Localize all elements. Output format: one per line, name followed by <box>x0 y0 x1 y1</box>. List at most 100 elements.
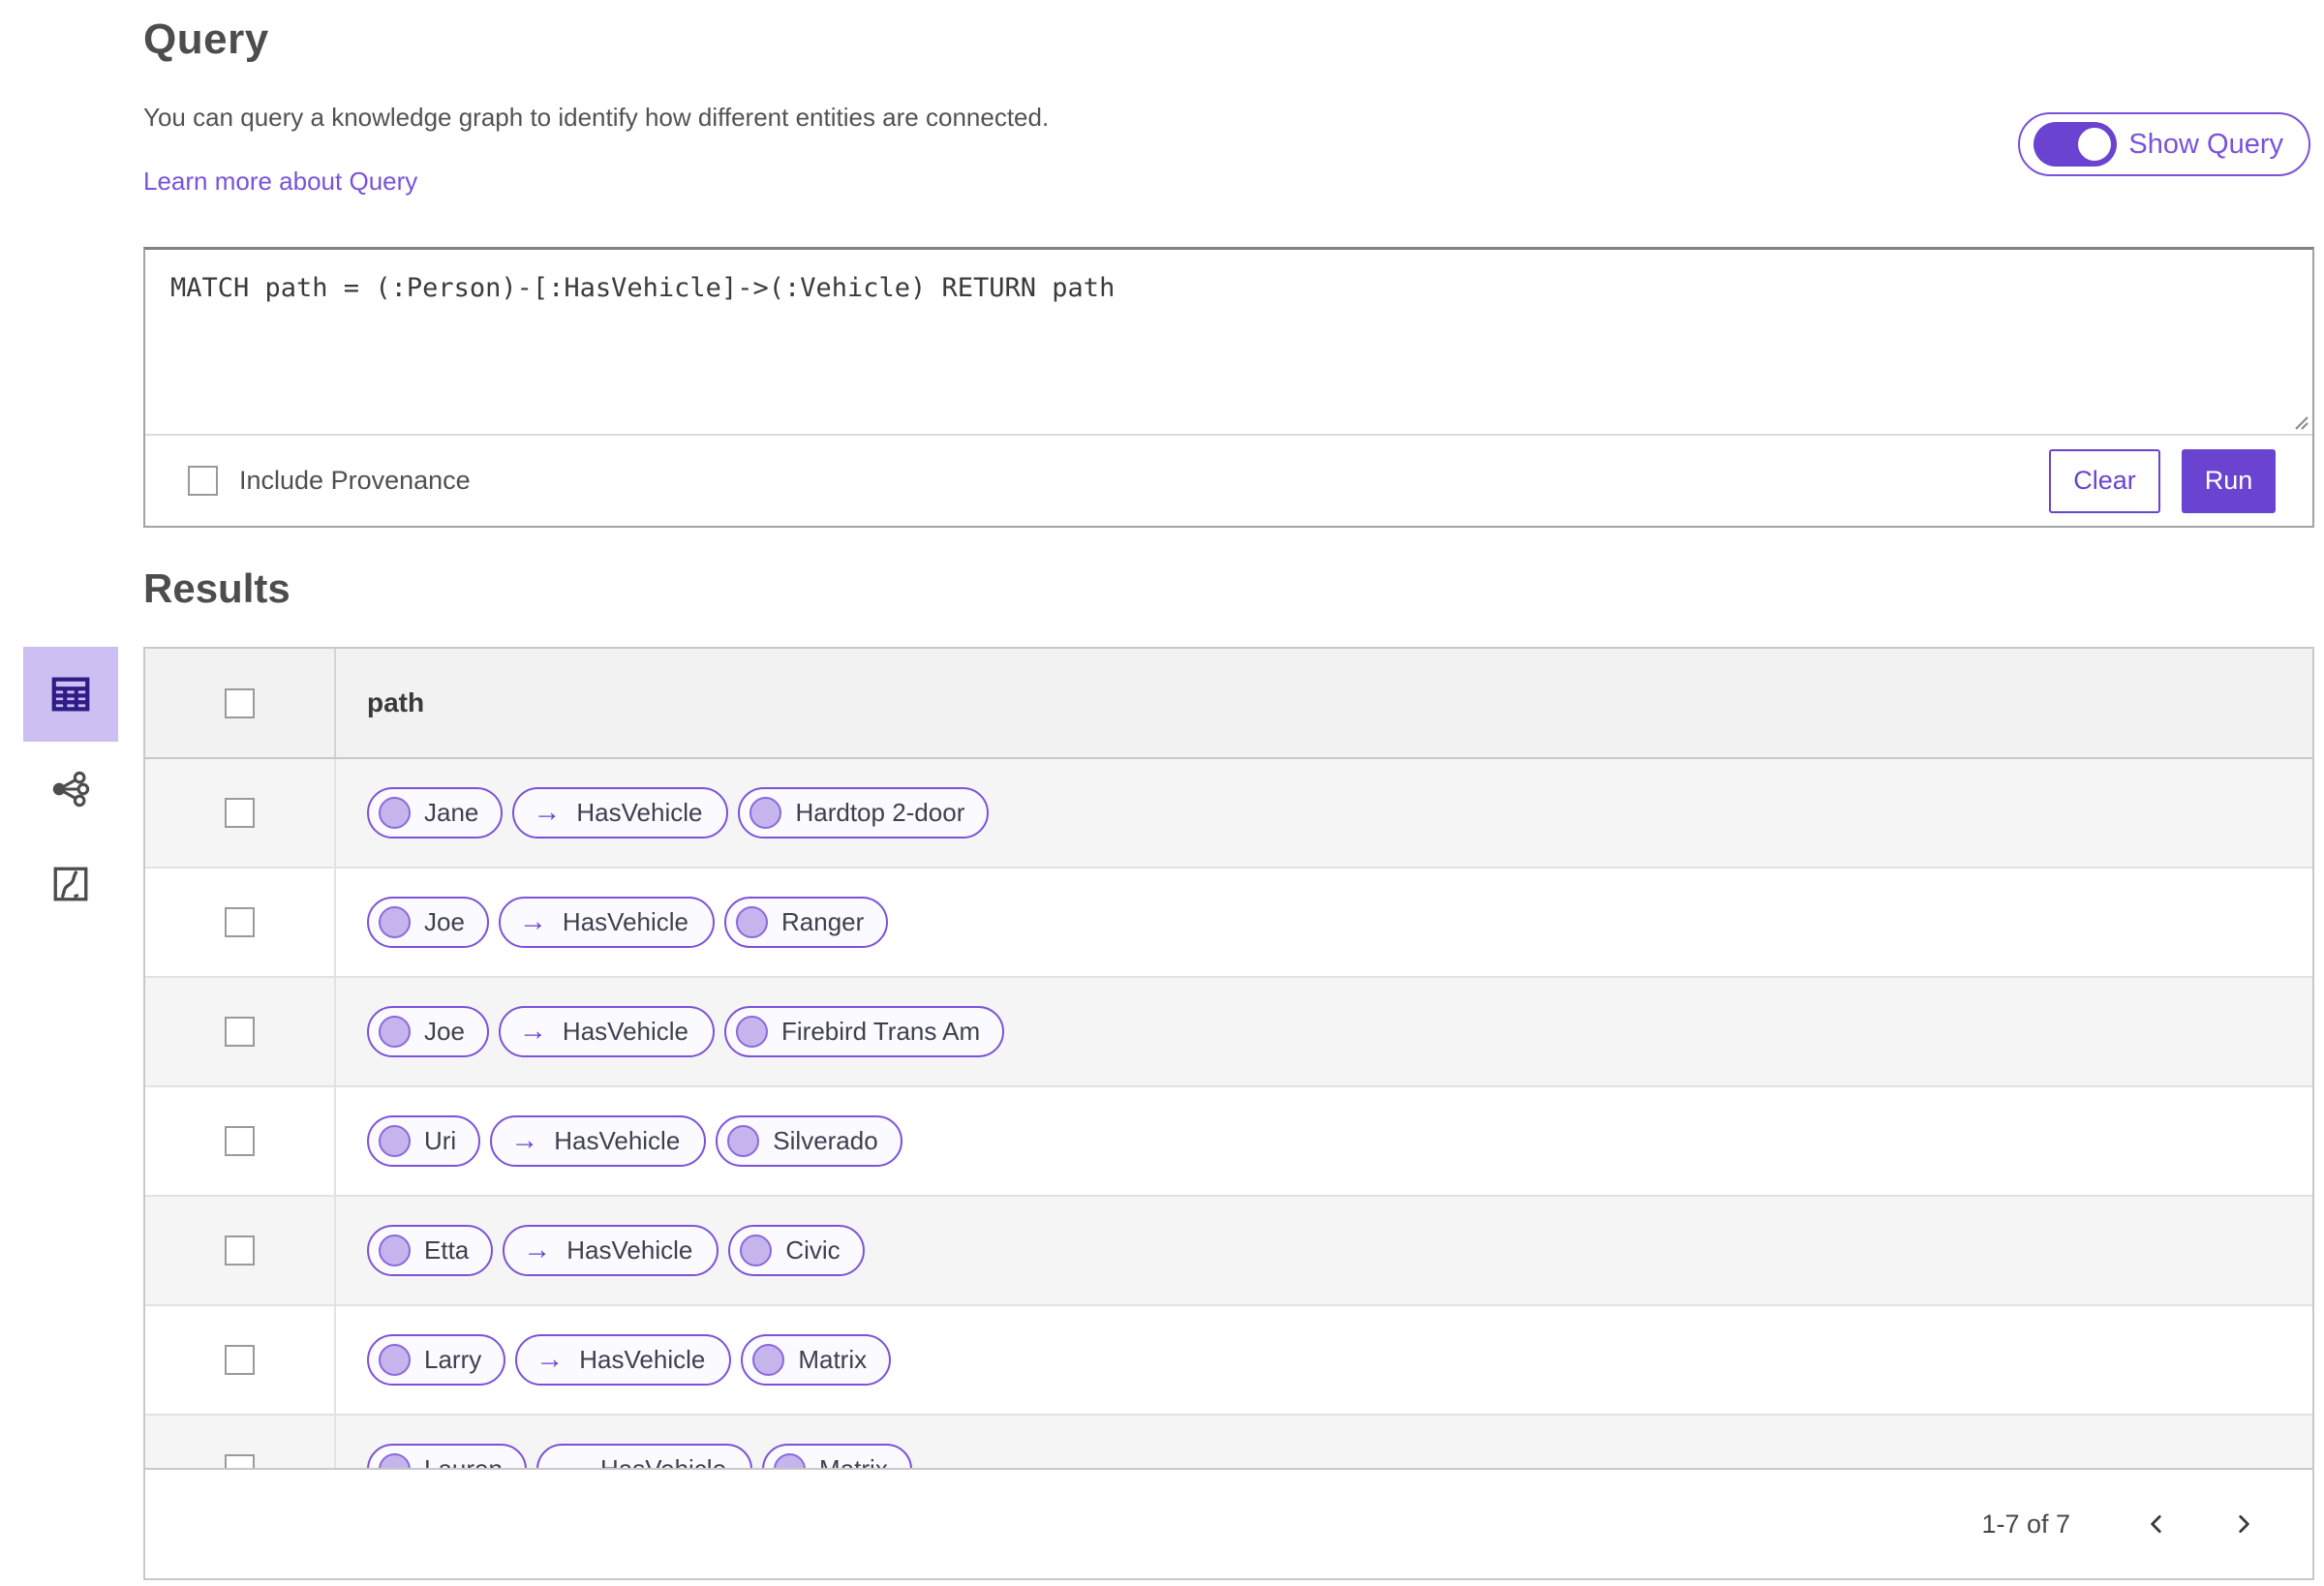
row-checkbox[interactable] <box>225 1454 255 1468</box>
target-entity-pill[interactable]: Civic <box>728 1225 865 1276</box>
relationship-arrow-icon: → <box>518 906 547 937</box>
next-page-button[interactable] <box>2221 1502 2266 1546</box>
entity-node-icon <box>774 1453 807 1468</box>
relationship-arrow-icon: → <box>557 1455 585 1469</box>
target-entity-pill[interactable]: Hardtop 2-door <box>738 787 990 839</box>
entity-node-icon <box>740 1235 773 1266</box>
source-entity-label: Larry <box>424 1345 482 1374</box>
relationship-pill[interactable]: → HasVehicle <box>503 1225 719 1276</box>
source-entity-label: Jane <box>424 798 479 827</box>
table-row: Joe → HasVehicle Ranger <box>145 869 2312 978</box>
path-cell: Jane → HasVehicle Hardtop 2-door <box>336 759 2312 867</box>
results-table: path Jane → HasVehicle Hardtop 2-door Jo… <box>143 647 2314 1580</box>
row-checkbox-cell <box>145 1087 336 1195</box>
source-entity-label: Lauren <box>424 1454 503 1468</box>
query-panel: MATCH path = (:Person)-[:HasVehicle]->(:… <box>143 247 2314 528</box>
target-entity-label: Ranger <box>781 907 865 936</box>
graph-view-button[interactable] <box>23 742 118 837</box>
table-row: Uri → HasVehicle Silverado <box>145 1087 2312 1197</box>
relationship-label: HasVehicle <box>576 798 703 827</box>
relationship-label: HasVehicle <box>554 1126 681 1155</box>
row-checkbox[interactable] <box>225 907 255 937</box>
show-query-toggle[interactable] <box>2034 122 2118 167</box>
source-entity-pill[interactable]: Joe <box>367 897 489 948</box>
include-provenance-checkbox[interactable] <box>188 466 218 496</box>
map-view-button[interactable] <box>23 837 118 931</box>
target-entity-pill[interactable]: Ranger <box>724 897 889 948</box>
network-graph-icon <box>52 771 90 808</box>
row-checkbox[interactable] <box>225 1235 255 1266</box>
relationship-pill[interactable]: → HasVehicle <box>515 1334 732 1386</box>
row-checkbox[interactable] <box>225 1345 255 1375</box>
learn-more-link[interactable]: Learn more about Query <box>143 167 417 197</box>
relationship-arrow-icon: → <box>535 1344 565 1375</box>
clear-button[interactable]: Clear <box>2049 448 2160 513</box>
table-row: Joe → HasVehicle Firebird Trans Am <box>145 978 2312 1087</box>
table-grid-icon <box>51 677 90 712</box>
target-entity-pill[interactable]: Matrix <box>762 1444 912 1468</box>
entity-node-icon <box>752 1344 785 1376</box>
table-view-button[interactable] <box>23 647 118 742</box>
path-cell: Etta → HasVehicle Civic <box>336 1197 2312 1304</box>
row-checkbox-cell <box>145 1197 336 1304</box>
table-row: Lauren → HasVehicle Matrix <box>145 1416 2312 1468</box>
source-entity-pill[interactable]: Lauren <box>367 1444 527 1468</box>
target-entity-label: Civic <box>785 1235 841 1265</box>
target-entity-pill[interactable]: Firebird Trans Am <box>724 1006 1005 1057</box>
relationship-pill[interactable]: → HasVehicle <box>512 787 729 839</box>
table-header-row: path <box>145 649 2312 759</box>
target-entity-pill[interactable]: Silverado <box>716 1115 902 1167</box>
relationship-label: HasVehicle <box>566 1235 693 1265</box>
pagination-range-label: 1-7 of 7 <box>1981 1509 2070 1539</box>
row-checkbox[interactable] <box>225 1017 255 1047</box>
source-entity-label: Uri <box>424 1126 457 1155</box>
relationship-pill[interactable]: → HasVehicle <box>490 1115 707 1167</box>
source-entity-pill[interactable]: Uri <box>367 1115 481 1167</box>
entity-node-icon <box>736 906 768 938</box>
pagination-bar: 1-7 of 7 <box>145 1468 2312 1578</box>
include-provenance-label: Include Provenance <box>239 466 471 495</box>
map-route-icon <box>53 867 88 901</box>
relationship-arrow-icon: → <box>523 1235 552 1266</box>
relationship-pill[interactable]: → HasVehicle <box>498 1006 715 1057</box>
page-title: Query <box>143 15 269 63</box>
target-entity-label: Hardtop 2-door <box>795 798 965 827</box>
select-all-checkbox[interactable] <box>225 687 255 718</box>
row-checkbox-cell <box>145 869 336 976</box>
target-entity-label: Silverado <box>773 1126 878 1155</box>
path-cell: Joe → HasVehicle Firebird Trans Am <box>336 978 2312 1085</box>
relationship-arrow-icon: → <box>510 1125 539 1156</box>
target-entity-pill[interactable]: Matrix <box>741 1334 892 1386</box>
entity-node-icon <box>379 1344 411 1376</box>
results-title: Results <box>143 565 290 611</box>
table-body: Jane → HasVehicle Hardtop 2-door Joe → H… <box>145 759 2312 1468</box>
row-checkbox[interactable] <box>225 1126 255 1156</box>
resize-grip-icon[interactable] <box>2288 410 2309 431</box>
table-row: Etta → HasVehicle Civic <box>145 1197 2312 1306</box>
relationship-pill[interactable]: → HasVehicle <box>498 897 715 948</box>
header-checkbox-cell <box>145 649 336 757</box>
show-query-control[interactable]: Show Query <box>2018 112 2310 176</box>
query-panel-footer: Include Provenance Clear Run <box>145 434 2312 526</box>
source-entity-pill[interactable]: Larry <box>367 1334 506 1386</box>
relationship-label: HasVehicle <box>579 1345 706 1374</box>
table-row: Jane → HasVehicle Hardtop 2-door <box>145 759 2312 869</box>
path-cell: Lauren → HasVehicle Matrix <box>336 1416 2312 1468</box>
table-row: Larry → HasVehicle Matrix <box>145 1306 2312 1416</box>
source-entity-label: Joe <box>424 1017 465 1046</box>
path-column-header: path <box>367 687 425 717</box>
source-entity-pill[interactable]: Etta <box>367 1225 494 1276</box>
show-query-label: Show Query <box>2128 128 2283 160</box>
relationship-pill[interactable]: → HasVehicle <box>535 1444 753 1469</box>
entity-node-icon <box>736 1016 768 1048</box>
source-entity-pill[interactable]: Jane <box>367 787 504 839</box>
query-input[interactable]: MATCH path = (:Person)-[:HasVehicle]->(:… <box>145 250 2312 434</box>
run-button[interactable]: Run <box>2182 448 2276 513</box>
entity-node-icon <box>379 906 411 938</box>
toggle-knob-icon <box>2075 125 2115 164</box>
previous-page-button[interactable] <box>2134 1502 2179 1546</box>
entity-node-icon <box>749 797 782 829</box>
source-entity-pill[interactable]: Joe <box>367 1006 489 1057</box>
relationship-label: HasVehicle <box>600 1454 726 1468</box>
row-checkbox[interactable] <box>225 798 255 828</box>
